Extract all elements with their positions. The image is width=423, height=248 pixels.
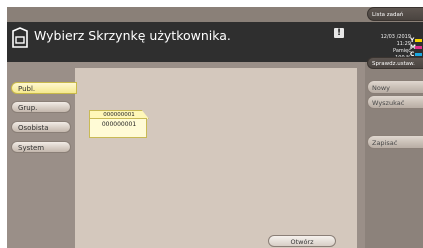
user-box-item[interactable]: 000000001 000000001	[89, 110, 149, 138]
status-date: 12/03 /2019	[380, 34, 411, 40]
save-button[interactable]: Zapisać	[367, 135, 423, 149]
tab-public[interactable]: Publ.	[11, 82, 77, 94]
box-list-area	[75, 68, 357, 248]
status-time: 11:29	[396, 41, 411, 47]
toner-bar-cyan-icon	[415, 53, 422, 56]
tab-personal[interactable]: Osobista	[11, 121, 71, 133]
alert-icon[interactable]: !	[334, 28, 344, 38]
page-title: Wybierz Skrzynkę użytkownika.	[34, 28, 231, 43]
top-strip	[7, 7, 423, 22]
toner-bar-magenta-icon	[415, 46, 422, 49]
toner-bar-yellow-icon	[415, 39, 422, 42]
search-button[interactable]: Wyszukać	[367, 95, 423, 109]
job-list-button[interactable]: Lista zadań	[367, 7, 423, 21]
open-button[interactable]: Otwórz	[268, 235, 336, 247]
user-box-icon	[12, 27, 28, 48]
check-settings-button[interactable]: Sprawdz.ustaw.	[367, 57, 423, 69]
device-screen: Wybierz Skrzynkę użytkownika. ! 12/03 /2…	[7, 7, 423, 248]
header-bar: Wybierz Skrzynkę użytkownika. ! 12/03 /2…	[7, 22, 423, 65]
tab-group[interactable]: Grup.	[11, 101, 71, 113]
status-memory-label: Pamięć	[393, 48, 411, 54]
toner-magenta: M	[410, 44, 423, 51]
tab-system[interactable]: System	[11, 141, 71, 153]
user-box-name: 000000001	[101, 121, 137, 128]
toner-yellow: Y	[410, 37, 423, 44]
screen-root: Wybierz Skrzynkę użytkownika. ! 12/03 /2…	[0, 0, 423, 248]
new-button[interactable]: Nowy	[367, 80, 423, 94]
user-box-body: 000000001	[89, 118, 147, 138]
